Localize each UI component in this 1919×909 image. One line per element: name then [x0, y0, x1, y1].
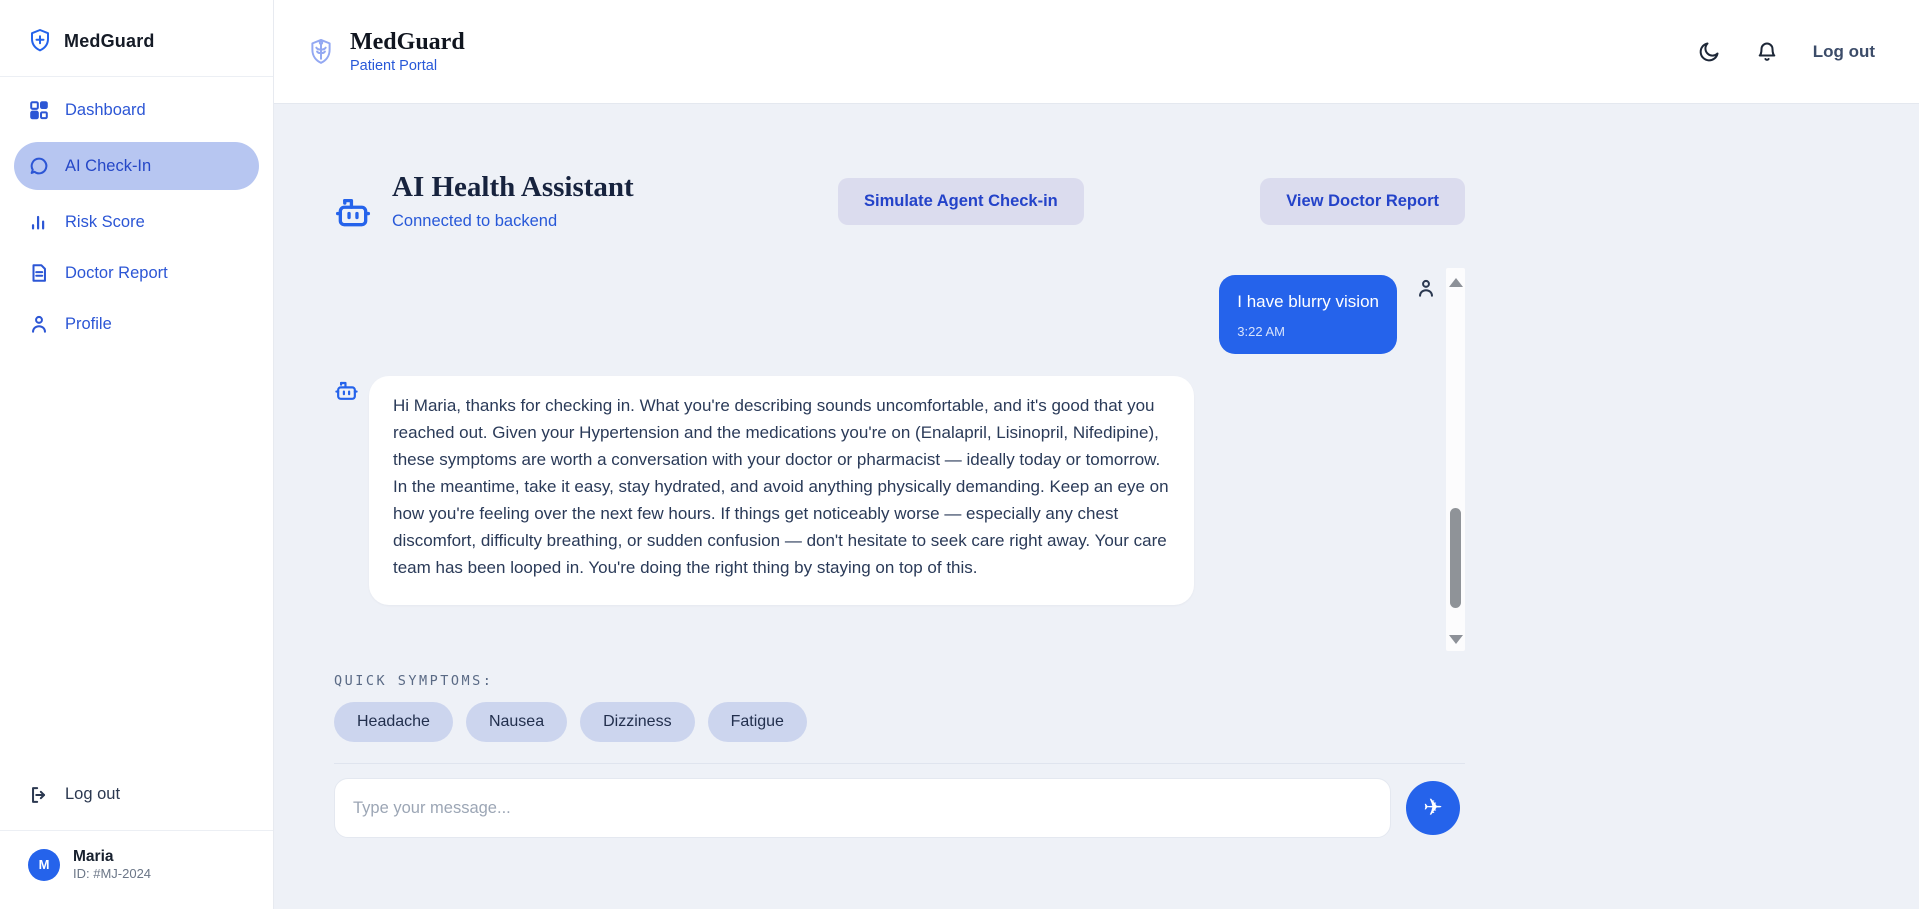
scrollbar-thumb[interactable] — [1450, 508, 1461, 608]
scroll-down-arrow-icon[interactable] — [1448, 635, 1463, 644]
sidebar-item-label: Risk Score — [65, 212, 145, 231]
header-logout-button[interactable]: Log out — [1813, 42, 1875, 62]
avatar: M — [28, 848, 60, 881]
shield-plus-icon — [28, 28, 52, 54]
user-message-bubble: I have blurry vision 3:22 AM — [1219, 275, 1397, 354]
sidebar-item-dashboard[interactable]: Dashboard — [14, 91, 259, 129]
symptom-pill-fatigue[interactable]: Fatigue — [707, 702, 807, 742]
quick-symptoms-row: Headache Nausea Dizziness Fatigue — [334, 702, 1465, 742]
ai-message-row: Hi Maria, thanks for checking in. What y… — [334, 376, 1465, 605]
sidebar-item-risk-score[interactable]: Risk Score — [14, 203, 259, 241]
ai-message-text: Hi Maria, thanks for checking in. What y… — [393, 396, 1169, 577]
symptom-pill-dizziness[interactable]: Dizziness — [580, 702, 695, 742]
message-input[interactable] — [334, 778, 1391, 838]
dark-mode-moon-icon[interactable] — [1697, 40, 1721, 64]
symptom-pill-headache[interactable]: Headache — [334, 702, 453, 742]
header-actions: Log out — [1697, 40, 1875, 64]
symptom-pill-nausea[interactable]: Nausea — [465, 702, 568, 742]
sidebar-item-doctor-report[interactable]: Doctor Report — [14, 254, 259, 292]
sidebar: MedGuard Dashboard AI Check-In Risk Scor… — [0, 0, 274, 909]
page-title: AI Health Assistant — [392, 171, 634, 203]
message-composer: ✈ — [334, 778, 1465, 838]
composer-divider — [334, 763, 1465, 764]
sidebar-item-label: Doctor Report — [65, 263, 168, 282]
sidebar-logout-label: Log out — [65, 785, 121, 804]
notifications-bell-icon[interactable] — [1755, 40, 1779, 64]
dashboard-icon — [28, 99, 50, 121]
sidebar-item-label: Dashboard — [65, 100, 146, 119]
person-icon — [28, 313, 50, 335]
document-icon — [28, 262, 50, 284]
logout-icon — [28, 784, 50, 806]
scroll-up-arrow-icon[interactable] — [1448, 278, 1463, 287]
view-doctor-report-button[interactable]: View Doctor Report — [1260, 177, 1465, 225]
sidebar-brand: MedGuard — [0, 0, 273, 76]
sidebar-item-ai-check-in[interactable]: AI Check-In — [14, 142, 259, 190]
header-brand: MedGuard Patient Portal — [306, 28, 465, 75]
medical-shield-icon — [306, 36, 336, 68]
assistant-header: AI Health Assistant Connected to backend… — [334, 155, 1465, 247]
sidebar-logout-button[interactable]: Log out — [0, 774, 273, 816]
main-column: MedGuard Patient Portal Log out AI Healt… — [274, 0, 1919, 909]
send-button[interactable]: ✈ — [1406, 781, 1460, 835]
paper-plane-icon: ✈ — [1423, 794, 1443, 821]
sidebar-user[interactable]: M Maria ID: #MJ-2024 — [0, 831, 273, 909]
sidebar-bottom: Log out M Maria ID: #MJ-2024 — [0, 774, 273, 909]
bar-chart-icon — [28, 211, 50, 233]
robot-icon — [334, 193, 372, 231]
user-message-row: I have blurry vision 3:22 AM — [334, 275, 1465, 354]
sidebar-item-profile[interactable]: Profile — [14, 305, 259, 343]
header-brand-subtitle: Patient Portal — [350, 58, 438, 75]
header-brand-title: MedGuard — [350, 28, 465, 55]
top-header: MedGuard Patient Portal Log out — [274, 0, 1919, 104]
chat-scrollbar[interactable] — [1446, 268, 1465, 651]
connection-status: Connected to backend — [392, 212, 558, 230]
user-message-text: I have blurry vision — [1237, 292, 1379, 311]
user-id: ID: #MJ-2024 — [73, 866, 152, 882]
quick-symptoms-label: QUICK SYMPTOMS: — [334, 673, 494, 689]
sidebar-brand-label: MedGuard — [64, 30, 155, 51]
robot-icon — [334, 378, 359, 403]
chat-bubble-icon — [28, 155, 50, 177]
main-content: AI Health Assistant Connected to backend… — [274, 104, 1919, 909]
sidebar-item-label: AI Check-In — [65, 156, 152, 175]
sidebar-item-label: Profile — [65, 314, 112, 333]
ai-message-bubble: Hi Maria, thanks for checking in. What y… — [369, 376, 1194, 605]
chat-window: I have blurry vision 3:22 AM Hi Maria, t… — [334, 267, 1465, 651]
simulate-checkin-button[interactable]: Simulate Agent Check-in — [838, 177, 1084, 225]
user-message-time: 3:22 AM — [1237, 324, 1285, 339]
user-avatar-icon — [1415, 277, 1437, 299]
user-name: Maria — [73, 847, 114, 865]
sidebar-nav: Dashboard AI Check-In Risk Score Doctor … — [0, 77, 273, 343]
